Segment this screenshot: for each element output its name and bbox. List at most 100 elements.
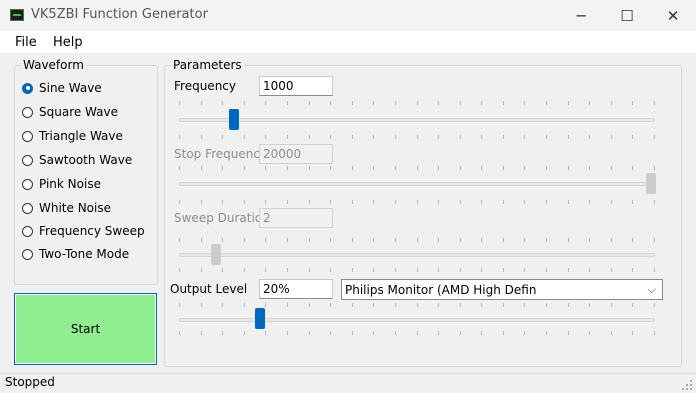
slider-tick <box>438 200 439 204</box>
slider-tick <box>417 303 418 307</box>
slider-tick <box>632 331 633 335</box>
output-level-ticks-bottom <box>179 331 655 335</box>
slider-tick <box>417 135 418 139</box>
slider-tick <box>611 268 612 272</box>
slider-tick <box>395 268 396 272</box>
slider-tick <box>503 303 504 307</box>
stop-frequency-slider-thumb[interactable] <box>646 173 656 194</box>
slider-tick <box>438 166 439 170</box>
slider-tick <box>438 135 439 139</box>
slider-tick <box>654 303 655 307</box>
radio-triangle-wave[interactable]: Triangle Wave <box>22 127 154 145</box>
slider-tick <box>524 200 525 204</box>
slider-tick <box>179 101 180 105</box>
radio-square-wave[interactable]: Square Wave <box>22 103 154 121</box>
output-level-input[interactable]: 20% <box>259 279 333 299</box>
output-level-label: Output Level <box>170 282 248 296</box>
slider-tick <box>395 166 396 170</box>
slider-tick <box>201 331 202 335</box>
slider-tick <box>524 101 525 105</box>
slider-tick <box>352 200 353 204</box>
output-device-select[interactable]: Philips Monitor (AMD High Defin ⌵ <box>341 279 663 300</box>
slider-tick <box>611 238 612 242</box>
radio-indicator <box>22 178 33 190</box>
slider-tick <box>330 238 331 242</box>
slider-tick <box>179 135 180 139</box>
slider-tick <box>481 101 482 105</box>
slider-tick <box>265 331 266 335</box>
minimize-button[interactable]: ─ <box>558 0 604 31</box>
slider-tick <box>546 268 547 272</box>
slider-tick <box>481 268 482 272</box>
chevron-down-icon: ⌵ <box>647 283 656 296</box>
slider-tick <box>309 331 310 335</box>
frequency-slider-thumb[interactable] <box>229 109 239 130</box>
slider-tick <box>524 166 525 170</box>
sweep-duration-slider-thumb[interactable] <box>211 244 221 265</box>
slider-tick <box>481 303 482 307</box>
sweep-duration-label: Sweep Duration <box>174 211 270 225</box>
slider-tick <box>395 331 396 335</box>
slider-tick <box>654 166 655 170</box>
slider-tick <box>460 166 461 170</box>
slider-tick <box>632 303 633 307</box>
radio-label: Sine Wave <box>39 81 102 95</box>
slider-tick <box>179 331 180 335</box>
slider-tick <box>546 101 547 105</box>
slider-tick <box>460 200 461 204</box>
radio-two-tone-mode[interactable]: Two-Tone Mode <box>22 245 154 263</box>
output-level-slider-thumb[interactable] <box>255 308 265 329</box>
slider-tick <box>222 135 223 139</box>
stop-frequency-input[interactable]: 20000 <box>259 144 333 164</box>
radio-sine-wave[interactable]: Sine Wave <box>22 79 154 97</box>
slider-tick <box>287 166 288 170</box>
slider-tick <box>395 135 396 139</box>
radio-frequency-sweep[interactable]: Frequency Sweep <box>22 222 154 240</box>
radio-pink-noise[interactable]: Pink Noise <box>22 175 154 193</box>
slider-tick <box>244 200 245 204</box>
slider-tick <box>503 331 504 335</box>
menu-help[interactable]: Help <box>53 35 83 50</box>
start-button[interactable]: Start <box>14 293 157 365</box>
slider-tick <box>568 238 569 242</box>
slider-tick <box>546 200 547 204</box>
stop-frequency-ticks-bottom <box>179 200 655 204</box>
frequency-input[interactable]: 1000 <box>259 76 333 96</box>
frequency-slider-track[interactable] <box>179 118 655 122</box>
stop-frequency-slider-track[interactable] <box>179 182 655 186</box>
resize-grip-icon[interactable] <box>682 380 692 390</box>
sweep-duration-slider-track[interactable] <box>179 253 655 257</box>
output-level-slider-track[interactable] <box>179 318 655 322</box>
slider-tick <box>287 303 288 307</box>
slider-tick <box>524 135 525 139</box>
slider-tick <box>244 166 245 170</box>
slider-tick <box>352 238 353 242</box>
slider-tick <box>201 200 202 204</box>
slider-tick <box>309 268 310 272</box>
slider-tick <box>611 331 612 335</box>
radio-label: Square Wave <box>39 105 118 119</box>
slider-tick <box>438 331 439 335</box>
close-button[interactable]: ✕ <box>650 0 696 31</box>
slider-tick <box>589 331 590 335</box>
radio-indicator <box>22 225 33 237</box>
menu-file[interactable]: File <box>15 35 37 50</box>
slider-tick <box>632 238 633 242</box>
radio-white-noise[interactable]: White Noise <box>22 199 154 217</box>
slider-tick <box>503 135 504 139</box>
radio-sawtooth-wave[interactable]: Sawtooth Wave <box>22 151 154 169</box>
slider-tick <box>589 166 590 170</box>
slider-tick <box>395 101 396 105</box>
slider-tick <box>222 200 223 204</box>
slider-tick <box>417 200 418 204</box>
slider-tick <box>352 135 353 139</box>
maximize-button[interactable]: ☐ <box>604 0 650 31</box>
radio-label: Triangle Wave <box>39 129 123 143</box>
slider-tick <box>546 238 547 242</box>
slider-tick <box>265 200 266 204</box>
sweep-duration-input[interactable]: 2 <box>259 208 333 228</box>
slider-tick <box>309 200 310 204</box>
slider-tick <box>546 166 547 170</box>
slider-tick <box>395 238 396 242</box>
radio-indicator <box>22 248 33 260</box>
